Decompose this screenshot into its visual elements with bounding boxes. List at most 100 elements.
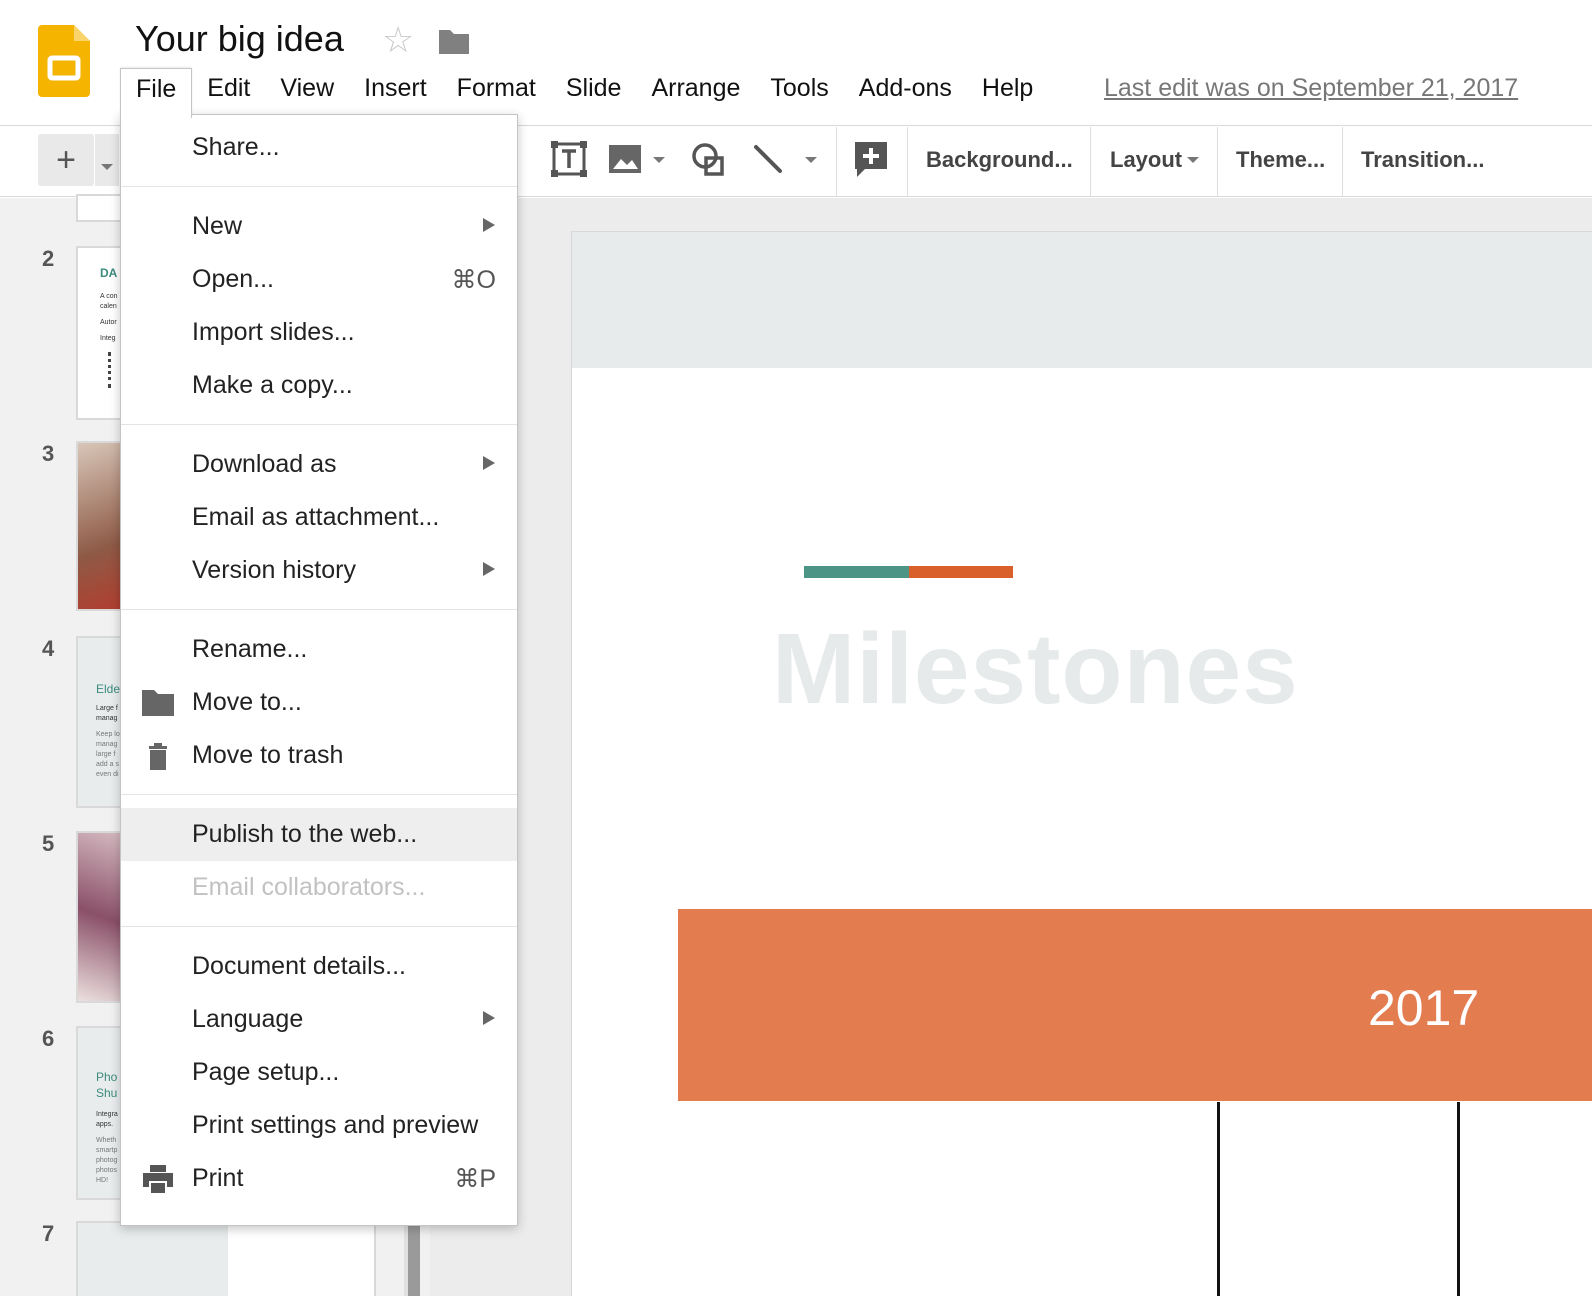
menu-insert[interactable]: Insert (349, 68, 442, 114)
menu-item-rename[interactable]: Rename... (121, 623, 517, 676)
menu-item-open[interactable]: Open... ⌘O (121, 253, 517, 306)
slide-number: 5 (42, 831, 55, 856)
menu-arrange[interactable]: Arrange (636, 68, 755, 114)
layout-button[interactable]: Layout (1110, 147, 1182, 173)
line-dropdown-icon[interactable] (805, 157, 817, 163)
menu-separator (121, 186, 517, 187)
transition-button[interactable]: Transition... (1361, 147, 1484, 173)
menu-item-label: New (192, 212, 243, 240)
menu-slide[interactable]: Slide (551, 68, 637, 114)
shape-icon[interactable] (690, 139, 726, 179)
menu-item-label: Move to trash (192, 741, 344, 769)
folder-icon (142, 690, 174, 716)
year-label: 2017 (1368, 980, 1480, 1036)
slide-number: 7 (42, 1221, 55, 1246)
menu-tools[interactable]: Tools (755, 68, 843, 114)
thumbnail-text: manag (96, 741, 118, 748)
menu-item-move-to-trash[interactable]: Move to trash (121, 729, 517, 782)
line-icon[interactable] (750, 139, 786, 179)
menu-separator (121, 926, 517, 927)
thumbnail-heading: DA (100, 266, 118, 280)
slide-thumbnail-7[interactable] (76, 1221, 376, 1296)
slide-number: 6 (42, 1026, 55, 1051)
app-header: Your big idea ☆ File Edit View Insert Fo… (0, 0, 1592, 126)
slides-logo-icon[interactable] (38, 25, 90, 97)
menu-item-version-history[interactable]: Version history (121, 544, 517, 597)
slide-number: 3 (42, 441, 55, 466)
menu-item-document-details[interactable]: Document details... (121, 940, 517, 993)
menu-item-print[interactable]: Print ⌘P (121, 1152, 517, 1205)
menu-item-label: Email as attachment... (192, 503, 440, 531)
folder-icon[interactable] (437, 28, 471, 56)
menu-item-print-settings[interactable]: Print settings and preview (121, 1099, 517, 1152)
thumbnail-heading: Pho (96, 1070, 118, 1084)
slide-title[interactable]: Milestones (772, 612, 1299, 727)
menu-item-label: Share... (192, 133, 280, 161)
thumbnail-text: apps. (96, 1121, 114, 1128)
theme-button[interactable]: Theme... (1236, 147, 1325, 173)
menu-item-label: Print (192, 1164, 244, 1192)
submenu-arrow-icon (483, 218, 495, 232)
shortcut-label: ⌘O (451, 266, 496, 294)
image-icon[interactable] (607, 139, 643, 179)
menu-item-label: Download as (192, 450, 337, 478)
submenu-arrow-icon (483, 456, 495, 470)
menu-item-label: Open... (192, 265, 274, 293)
printer-icon (143, 1165, 173, 1193)
menu-item-publish-to-web[interactable]: Publish to the web... (121, 808, 517, 861)
menu-item-new[interactable]: New (121, 200, 517, 253)
thumbnail-text: even di (96, 771, 119, 778)
menu-separator (121, 424, 517, 425)
title-accent-teal (804, 566, 909, 578)
menu-edit[interactable]: Edit (192, 68, 265, 114)
menu-item-download-as[interactable]: Download as (121, 438, 517, 491)
text-box-icon[interactable] (551, 139, 587, 179)
menu-item-label: Page setup... (192, 1058, 340, 1086)
new-slide-button[interactable]: + (38, 134, 94, 186)
thumbnail-text: add a s (96, 761, 119, 768)
current-slide[interactable]: Milestones 2017 (571, 231, 1592, 1296)
layout-dropdown-icon[interactable] (1187, 157, 1199, 163)
thumbnail-text: Autor (100, 319, 117, 326)
comment-icon[interactable] (853, 139, 889, 179)
menu-format[interactable]: Format (442, 68, 551, 114)
menu-item-email-attachment[interactable]: Email as attachment... (121, 491, 517, 544)
menu-view[interactable]: View (265, 68, 349, 114)
thumbnail-text: A con (100, 293, 118, 300)
menu-item-page-setup[interactable]: Page setup... (121, 1046, 517, 1099)
thumbnail-heading: Shu (96, 1086, 118, 1100)
star-icon[interactable]: ☆ (382, 20, 414, 60)
menu-item-make-copy[interactable]: Make a copy... (121, 359, 517, 412)
toolbar-divider (1342, 127, 1343, 197)
menu-file[interactable]: File (120, 68, 193, 118)
title-accent-orange (909, 566, 1013, 578)
background-button[interactable]: Background... (926, 147, 1073, 173)
timeline-line[interactable] (1217, 1102, 1220, 1296)
menu-item-email-collaborators: Email collaborators... (121, 861, 517, 914)
menu-item-language[interactable]: Language (121, 993, 517, 1046)
filmstrip-scrollbar[interactable] (404, 1226, 420, 1296)
thumbnail-text: photos (96, 1167, 118, 1174)
menu-item-import-slides[interactable]: Import slides... (121, 306, 517, 359)
document-title[interactable]: Your big idea (135, 18, 344, 60)
thumbnail-text: Large f (96, 705, 118, 712)
toolbar-divider (836, 127, 837, 197)
menu-item-move-to[interactable]: Move to... (121, 676, 517, 729)
thumbnail-text: Wheth (96, 1137, 117, 1144)
new-slide-dropdown[interactable] (95, 134, 119, 186)
thumbnail-text: photog (96, 1157, 118, 1164)
thumbnail-text: manag (96, 715, 118, 722)
chevron-down-icon (101, 164, 113, 170)
menu-item-label: Document details... (192, 952, 406, 980)
menu-help[interactable]: Help (967, 68, 1048, 114)
last-edit-link[interactable]: Last edit was on September 21, 2017 (1104, 74, 1518, 103)
menu-item-label: Move to... (192, 688, 302, 716)
image-dropdown-icon[interactable] (653, 157, 665, 163)
year-bar[interactable]: 2017 (678, 909, 1592, 1101)
thumbnail-text: calen (100, 303, 117, 310)
thumbnail-heading: Elde (96, 682, 121, 696)
menu-item-share[interactable]: Share... (121, 121, 517, 174)
menu-addons[interactable]: Add-ons (844, 68, 967, 114)
timeline-line[interactable] (1457, 1102, 1460, 1296)
menu-item-label: Make a copy... (192, 371, 353, 399)
